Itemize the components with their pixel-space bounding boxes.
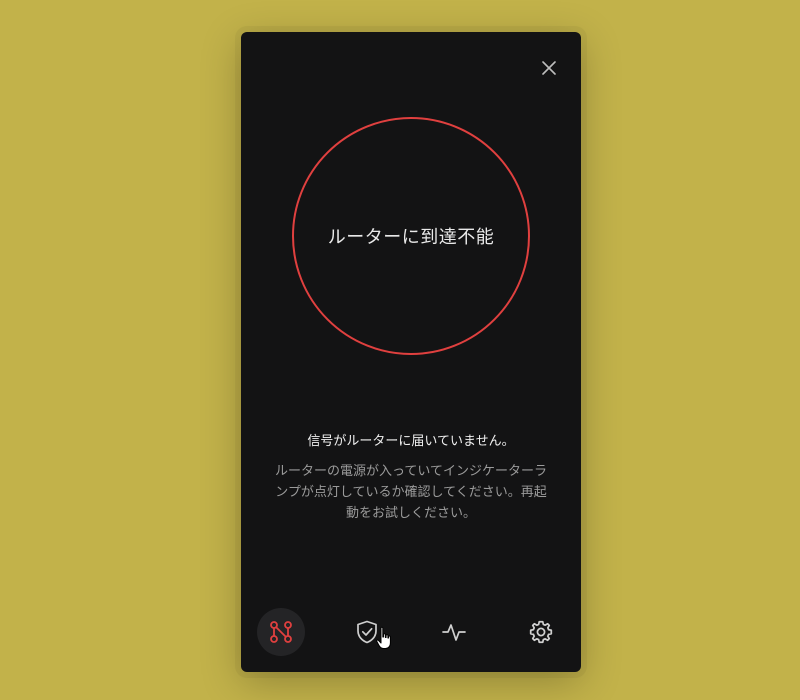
status-detail: ルーターの電源が入っていてインジケーターランプが点灯しているか確認してください。… bbox=[275, 464, 547, 521]
router-status-panel: ルーターに到達不能 信号がルーターに届いていません。 ルーターの電源が入っていて… bbox=[241, 32, 581, 672]
status-ring-label: ルーターに到達不能 bbox=[327, 227, 495, 248]
shield-check-icon bbox=[357, 620, 377, 644]
nav-item-network[interactable] bbox=[257, 608, 305, 656]
nav-item-settings[interactable] bbox=[517, 608, 565, 656]
app-stage: ルーターに到達不能 信号がルーターに届いていません。 ルーターの電源が入っていて… bbox=[0, 0, 800, 700]
close-icon bbox=[542, 61, 556, 75]
nav-item-security[interactable] bbox=[343, 608, 391, 656]
nav-item-activity[interactable] bbox=[430, 608, 478, 656]
network-nodes-icon bbox=[270, 621, 292, 643]
activity-pulse-icon bbox=[442, 624, 466, 641]
close-button[interactable] bbox=[539, 58, 559, 78]
bottom-nav bbox=[241, 608, 581, 656]
gear-icon bbox=[529, 620, 553, 644]
status-ring: ルーターに到達不能 bbox=[292, 117, 530, 355]
status-message: 信号がルーターに届いていません。 ルーターの電源が入っていてインジケーターランプ… bbox=[271, 430, 551, 524]
status-headline: 信号がルーターに届いていません。 bbox=[307, 434, 515, 449]
